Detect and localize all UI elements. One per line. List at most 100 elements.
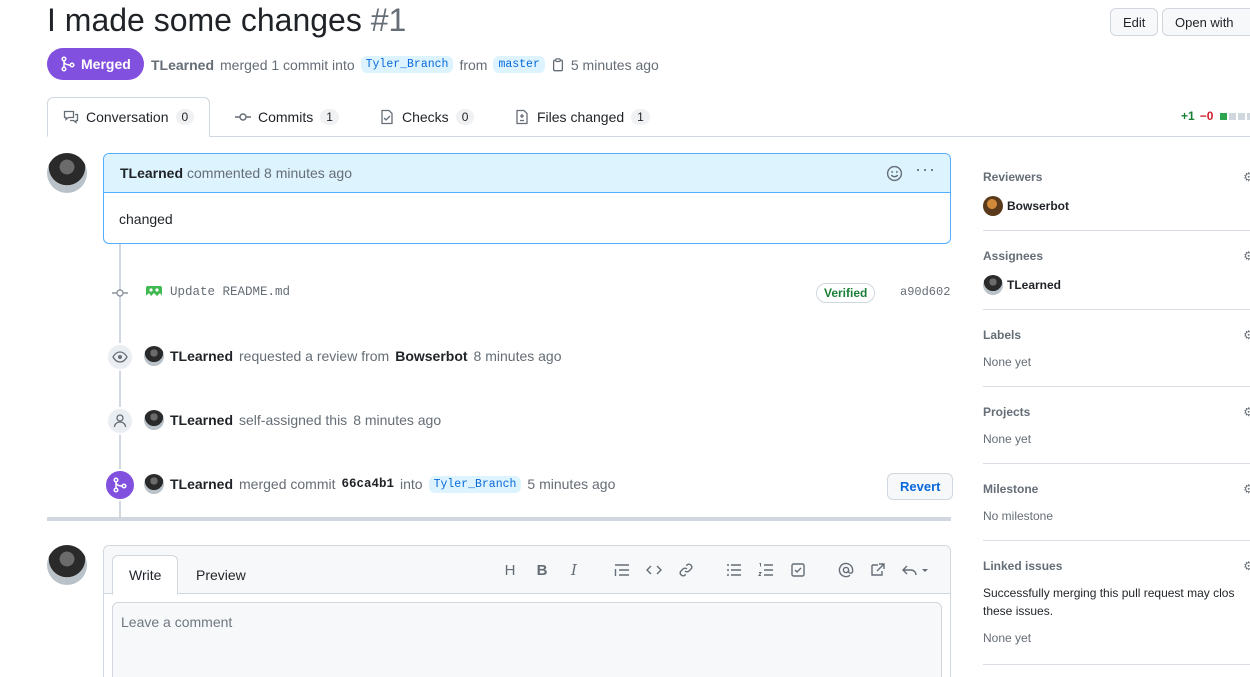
projects-value: None yet <box>983 432 1032 446</box>
comment-author[interactable]: TLearned <box>120 165 183 181</box>
gear-icon[interactable]: ⚙ <box>1243 482 1250 496</box>
commit-message-link[interactable]: Update README.md <box>170 285 290 299</box>
open-with-button[interactable]: Open with <box>1162 8 1250 36</box>
cross-reference-icon[interactable] <box>869 561 887 579</box>
milestone-title[interactable]: Milestone <box>983 482 1250 496</box>
edit-button[interactable]: Edit <box>1110 8 1159 36</box>
diff-deletions: −0 <box>1199 109 1214 123</box>
diff-bars <box>1220 112 1250 120</box>
tab-commits[interactable]: Commits 1 <box>220 97 354 137</box>
reviewers-title[interactable]: Reviewers <box>983 170 1250 184</box>
reviewer-item[interactable]: Bowserbot <box>983 196 1250 216</box>
assign-event: TLearned self-assigned this 8 minutes ag… <box>144 410 441 430</box>
italic-icon[interactable]: I <box>565 561 583 579</box>
linked-issues-title[interactable]: Linked issues <box>983 559 1250 573</box>
code-icon[interactable] <box>645 561 663 579</box>
eye-icon <box>106 343 134 371</box>
reviewer-avatar <box>983 196 1003 216</box>
merge-icon <box>61 56 75 72</box>
state-label: Merged <box>81 56 131 72</box>
event-time: 8 minutes ago <box>353 412 442 428</box>
event-text: self-assigned this <box>239 412 348 428</box>
heading-icon[interactable]: H <box>501 561 519 579</box>
labels-title[interactable]: Labels <box>983 328 1250 342</box>
sidebar-assignees: Assignees ⚙ TLearned <box>983 249 1250 310</box>
mini-avatar[interactable] <box>144 346 164 366</box>
comment-composer: Write Preview H B I Leave a comment <box>103 545 951 677</box>
merged-state-badge: Merged <box>47 48 144 80</box>
preview-tab[interactable]: Preview <box>180 555 262 595</box>
kebab-menu-icon[interactable]: ··· <box>915 159 936 180</box>
revert-button[interactable]: Revert <box>887 473 954 500</box>
review-target[interactable]: Bowserbot <box>395 348 467 364</box>
assignee-item[interactable]: TLearned <box>983 275 1250 295</box>
unordered-list-icon[interactable] <box>725 561 743 579</box>
tab-checks-label: Checks <box>402 109 449 125</box>
merge-event: TLearned merged commit 66ca4b1 into Tyle… <box>144 474 615 494</box>
gear-icon[interactable]: ⚙ <box>1243 328 1250 342</box>
merge-icon <box>104 469 136 501</box>
mention-icon[interactable] <box>837 561 855 579</box>
sidebar-projects: Projects ⚙ None yet <box>983 405 1250 464</box>
mini-avatar[interactable] <box>144 410 164 430</box>
gear-icon[interactable]: ⚙ <box>1243 249 1250 263</box>
commit-sha-link[interactable]: a90d602 <box>900 285 950 299</box>
reviewer-name: Bowserbot <box>1007 199 1070 213</box>
diff-additions: +1 <box>1181 109 1195 123</box>
task-list-icon[interactable] <box>789 561 807 579</box>
event-actor[interactable]: TLearned <box>170 476 233 492</box>
tab-conversation-count: 0 <box>175 109 195 125</box>
assignee-avatar <box>983 275 1003 295</box>
merge-commit-sha[interactable]: 66ca4b1 <box>341 477 394 491</box>
gear-icon[interactable]: ⚙ <box>1243 405 1250 419</box>
verified-badge[interactable]: Verified <box>816 283 876 303</box>
conversation-icon <box>63 110 79 124</box>
head-branch[interactable]: master <box>493 56 545 73</box>
event-time: 5 minutes ago <box>527 476 616 492</box>
event-actor[interactable]: TLearned <box>170 412 233 428</box>
assignees-title[interactable]: Assignees <box>983 249 1250 263</box>
merge-branch[interactable]: Tyler_Branch <box>428 475 522 493</box>
tab-conversation[interactable]: Conversation 0 <box>47 97 211 137</box>
bold-icon[interactable]: B <box>533 561 551 579</box>
copy-branch-icon[interactable] <box>551 57 565 72</box>
tab-files-label: Files changed <box>537 109 625 125</box>
event-text: merged commit <box>239 476 336 492</box>
commit-node-icon <box>112 286 128 303</box>
sidebar-labels: Labels ⚙ None yet <box>983 328 1250 387</box>
pr-meta: TLearned merged 1 commit into Tyler_Bran… <box>151 56 659 73</box>
comment-textarea[interactable]: Leave a comment <box>112 602 942 677</box>
pr-title-text: I made some changes <box>47 2 362 38</box>
pr-title: I made some changes #1 <box>47 2 406 39</box>
base-branch[interactable]: Tyler_Branch <box>360 56 454 73</box>
projects-title[interactable]: Projects <box>983 405 1250 419</box>
pr-number: #1 <box>370 2 407 38</box>
avatar[interactable] <box>47 153 87 193</box>
merged-text: merged 1 commit into <box>220 56 355 73</box>
smiley-icon[interactable] <box>886 165 903 185</box>
quote-icon[interactable] <box>613 561 631 579</box>
mini-avatar[interactable] <box>144 474 164 494</box>
link-icon[interactable] <box>677 561 695 579</box>
pr-author-link[interactable]: TLearned <box>151 57 214 73</box>
gear-icon[interactable]: ⚙ <box>1243 170 1250 184</box>
avatar[interactable] <box>47 545 87 585</box>
write-tab[interactable]: Write <box>112 555 179 595</box>
timeline-end-divider <box>47 517 951 521</box>
tab-commits-label: Commits <box>258 109 314 125</box>
ordered-list-icon[interactable] <box>757 561 775 579</box>
committer-avatar[interactable] <box>145 283 163 299</box>
event-actor[interactable]: TLearned <box>170 348 233 364</box>
tab-checks[interactable]: Checks 0 <box>364 97 489 137</box>
linked-issues-line1: Successfully merging this pull request m… <box>983 586 1235 600</box>
tab-conversation-label: Conversation <box>86 109 169 125</box>
sidebar-reviewers: Reviewers ⚙ Bowserbot <box>983 170 1250 231</box>
gear-icon[interactable]: ⚙ <box>1243 559 1250 573</box>
sidebar-linked-issues: Linked issues ⚙ Successfully merging thi… <box>983 559 1250 665</box>
tab-files-changed[interactable]: Files changed 1 <box>499 97 665 137</box>
reply-icon[interactable] <box>901 561 931 579</box>
event-text: requested a review from <box>239 348 390 364</box>
comment-box: TLearned commented 8 minutes ago ··· cha… <box>103 153 951 244</box>
review-request-event: TLearned requested a review from Bowserb… <box>144 346 562 366</box>
comment-header: TLearned commented 8 minutes ago ··· <box>104 154 950 193</box>
